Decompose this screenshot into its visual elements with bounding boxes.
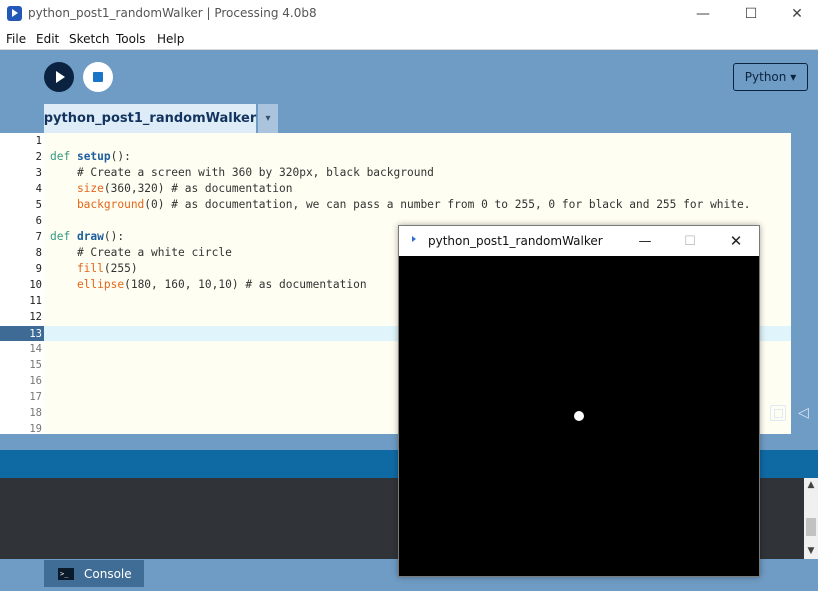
line-number: 14 [29, 343, 42, 355]
line-number: 1 [35, 135, 42, 147]
window-title: python_post1_randomWalker | Processing 4… [28, 6, 317, 20]
minimize-button[interactable]: — [680, 0, 726, 28]
sketch-output-window[interactable]: python_post1_randomWalker — ☐ ✕ [398, 225, 760, 577]
maximize-button[interactable]: ☐ [728, 0, 774, 28]
menu-bar: File Edit Sketch Tools Help [0, 28, 818, 50]
menu-sketch[interactable]: Sketch [69, 32, 109, 46]
sketch-canvas[interactable] [399, 256, 759, 576]
tab-menu-button[interactable]: ▾ [258, 104, 278, 133]
close-button[interactable]: ✕ [774, 0, 818, 28]
sketch-maximize-button[interactable]: ☐ [669, 226, 711, 256]
tab-python-post1-randomwalker[interactable]: python_post1_randomWalker [44, 104, 256, 133]
menu-edit[interactable]: Edit [36, 32, 59, 46]
line-number: 6 [35, 215, 42, 227]
code-line-5: background(0) # as documentation, we can… [50, 198, 751, 211]
editor-scrollbar[interactable] [791, 133, 818, 434]
line-number: 12 [29, 311, 42, 323]
scroll-down-icon[interactable]: ▼ [804, 544, 818, 558]
console-scrollbar[interactable]: ▲ ▼ [804, 478, 818, 559]
console-scroll-thumb[interactable] [806, 518, 816, 536]
line-number: 18 [29, 407, 42, 419]
line-number: 15 [29, 359, 42, 371]
processing-app-icon [7, 6, 22, 21]
line-number: 9 [35, 263, 42, 275]
line-number: 10 [29, 279, 42, 291]
mode-selector-button[interactable]: Python ▾ [733, 63, 808, 91]
line-number: 3 [35, 167, 42, 179]
line-number-gutter: 1 2 3 4 5 6 7 8 9 10 11 12 13 14 15 16 1… [0, 133, 44, 434]
menu-help[interactable]: Help [157, 32, 184, 46]
sketch-minimize-button[interactable]: — [624, 226, 666, 256]
line-number: 5 [35, 199, 42, 211]
code-line-7: def draw(): [50, 230, 125, 243]
line-number: 16 [29, 375, 42, 387]
console-tab-label: Console [84, 566, 132, 581]
line-number: 2 [35, 151, 42, 163]
tab-console[interactable]: >_ Console [44, 560, 144, 587]
menu-tools[interactable]: Tools [116, 32, 146, 46]
code-line-8: # Create a white circle [50, 246, 232, 259]
window-titlebar: python_post1_randomWalker | Processing 4… [0, 0, 818, 28]
white-circle [574, 411, 584, 421]
code-line-10: ellipse(180, 160, 10,10) # as documentat… [50, 278, 367, 291]
collapse-arrow-icon[interactable]: ◁ [798, 405, 809, 421]
menu-file[interactable]: File [6, 32, 26, 46]
sketch-titlebar: python_post1_randomWalker — ☐ ✕ [399, 226, 759, 256]
code-line-9: fill(255) [50, 262, 138, 275]
scroll-up-icon[interactable]: ▲ [804, 478, 818, 492]
code-line-3: # Create a screen with 360 by 320px, bla… [50, 166, 434, 179]
line-number: 8 [35, 247, 42, 259]
run-button[interactable] [44, 62, 74, 92]
line-number: 17 [29, 391, 42, 403]
code-line-2: def setup(): [50, 150, 131, 163]
stop-button[interactable] [83, 62, 113, 92]
line-number: 11 [29, 295, 42, 307]
sketch-close-button[interactable]: ✕ [715, 226, 757, 256]
line-number: 7 [35, 231, 42, 243]
sketch-app-icon [412, 236, 416, 242]
line-number: 19 [29, 423, 42, 434]
terminal-icon: >_ [58, 567, 74, 580]
sketch-window-title: python_post1_randomWalker [428, 234, 603, 248]
console-copy-icon[interactable] [770, 405, 786, 421]
line-number-active-label: 13 [29, 328, 42, 340]
line-number: 4 [35, 183, 42, 195]
code-line-4: size(360,320) # as documentation [50, 182, 293, 195]
